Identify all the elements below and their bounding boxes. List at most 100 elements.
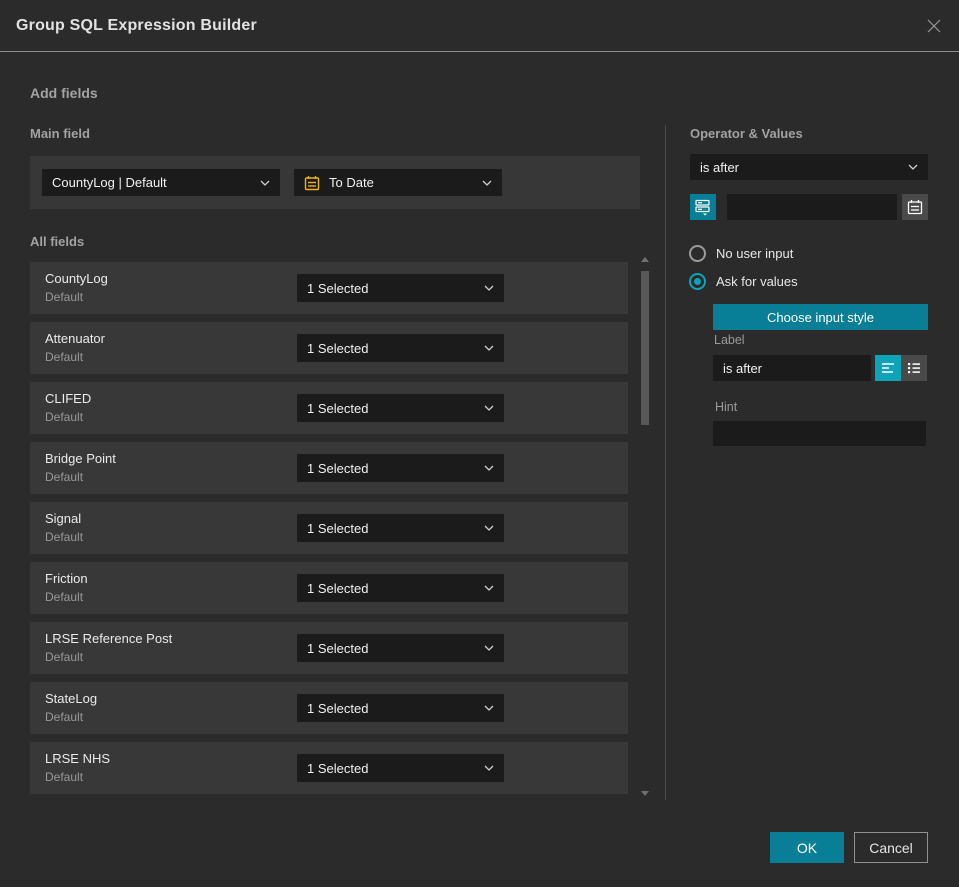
hint-caption: Hint xyxy=(715,400,738,414)
field-row: Signal Default 1 Selected xyxy=(30,502,628,554)
operator-dropdown-value: is after xyxy=(700,159,740,175)
main-field-dropdown-value: CountyLog | Default xyxy=(52,175,167,190)
chevron-down-icon xyxy=(484,405,494,411)
scrollbar-up-arrow[interactable] xyxy=(641,257,649,262)
chevron-down-icon xyxy=(484,765,494,771)
label-input[interactable] xyxy=(713,355,871,381)
field-selection-dropdown[interactable]: 1 Selected xyxy=(297,514,504,542)
operator-value-input[interactable] xyxy=(727,194,897,220)
field-row: StateLog Default 1 Selected xyxy=(30,682,628,734)
all-fields-list: CountyLog Default 1 Selected Attenuator … xyxy=(30,262,628,802)
field-selection-value: 1 Selected xyxy=(307,760,369,776)
field-row: CountyLog Default 1 Selected xyxy=(30,262,628,314)
align-left-icon xyxy=(880,360,896,376)
field-selection-dropdown[interactable]: 1 Selected xyxy=(297,334,504,362)
label-caption: Label xyxy=(714,333,745,347)
value-input-type-button[interactable] xyxy=(690,194,716,220)
field-selection-dropdown[interactable]: 1 Selected xyxy=(297,454,504,482)
no-user-input-label: No user input xyxy=(716,246,794,261)
main-field-dropdown[interactable]: CountyLog | Default xyxy=(42,169,280,196)
choose-input-style-button[interactable]: Choose input style xyxy=(713,304,928,330)
field-name: Signal xyxy=(45,511,82,526)
field-subtitle: Default xyxy=(45,290,84,304)
field-name: CountyLog xyxy=(45,271,108,286)
field-name: LRSE NHS xyxy=(45,751,111,766)
dialog-title: Group SQL Expression Builder xyxy=(16,17,257,34)
chevron-down-icon xyxy=(484,465,494,471)
field-name: Friction xyxy=(45,571,88,586)
list-icon xyxy=(906,360,922,376)
chevron-down-icon xyxy=(484,285,494,291)
date-type-dropdown-value: To Date xyxy=(329,175,374,190)
chevron-down-icon xyxy=(260,180,270,186)
field-subtitle: Default xyxy=(45,350,84,364)
field-subtitle: Default xyxy=(45,650,84,664)
date-type-dropdown[interactable]: To Date xyxy=(294,169,502,196)
field-selection-dropdown[interactable]: 1 Selected xyxy=(297,634,504,662)
stacked-values-icon xyxy=(694,198,712,216)
field-row: LRSE NHS Default 1 Selected xyxy=(30,742,628,794)
calendar-icon xyxy=(907,199,923,215)
field-subtitle: Default xyxy=(45,710,84,724)
field-subtitle: Default xyxy=(45,770,84,784)
field-selection-value: 1 Selected xyxy=(307,580,369,596)
field-selection-value: 1 Selected xyxy=(307,400,369,416)
all-fields-heading: All fields xyxy=(30,234,85,249)
field-name: StateLog xyxy=(45,691,98,706)
field-selection-dropdown[interactable]: 1 Selected xyxy=(297,574,504,602)
field-row: Attenuator Default 1 Selected xyxy=(30,322,628,374)
field-name: Bridge Point xyxy=(45,451,116,466)
radio-unchecked-icon xyxy=(689,245,706,262)
field-selection-value: 1 Selected xyxy=(307,640,369,656)
field-selection-value: 1 Selected xyxy=(307,460,369,476)
ok-button[interactable]: OK xyxy=(770,832,844,863)
radio-checked-icon xyxy=(689,273,706,290)
calendar-icon xyxy=(304,175,320,191)
list-style-button[interactable] xyxy=(901,355,927,381)
scrollbar-thumb[interactable] xyxy=(641,271,649,425)
field-row: CLIFED Default 1 Selected xyxy=(30,382,628,434)
field-selection-dropdown[interactable]: 1 Selected xyxy=(297,694,504,722)
field-row: Bridge Point Default 1 Selected xyxy=(30,442,628,494)
close-icon xyxy=(926,18,942,34)
ask-for-values-label: Ask for values xyxy=(716,274,798,289)
field-subtitle: Default xyxy=(45,470,84,484)
field-name: LRSE Reference Post xyxy=(45,631,173,646)
chevron-down-icon xyxy=(482,180,492,186)
ask-for-values-radio[interactable]: Ask for values xyxy=(689,273,798,290)
field-row: LRSE Reference Post Default 1 Selected xyxy=(30,622,628,674)
date-picker-button[interactable] xyxy=(902,194,928,220)
add-fields-heading: Add fields xyxy=(30,85,98,101)
field-selection-dropdown[interactable]: 1 Selected xyxy=(297,394,504,422)
titlebar: Group SQL Expression Builder xyxy=(0,0,959,52)
field-selection-dropdown[interactable]: 1 Selected xyxy=(297,274,504,302)
no-user-input-radio[interactable]: No user input xyxy=(689,245,793,262)
chevron-down-icon xyxy=(484,705,494,711)
chevron-down-icon xyxy=(484,525,494,531)
operator-values-heading: Operator & Values xyxy=(690,126,803,141)
field-selection-dropdown[interactable]: 1 Selected xyxy=(297,754,504,782)
hint-input[interactable] xyxy=(713,421,926,446)
field-name: Attenuator xyxy=(45,331,105,346)
main-field-panel: CountyLog | Default To Date xyxy=(30,156,640,209)
field-subtitle: Default xyxy=(45,590,84,604)
chevron-down-icon xyxy=(908,164,918,170)
main-field-heading: Main field xyxy=(30,126,90,141)
field-name: CLIFED xyxy=(45,391,92,406)
field-selection-value: 1 Selected xyxy=(307,280,369,296)
group-sql-expression-builder-dialog: Group SQL Expression Builder Add fields … xyxy=(0,0,959,887)
field-selection-value: 1 Selected xyxy=(307,340,369,356)
cancel-button[interactable]: Cancel xyxy=(854,832,928,863)
field-selection-value: 1 Selected xyxy=(307,700,369,716)
field-subtitle: Default xyxy=(45,530,84,544)
field-row: Friction Default 1 Selected xyxy=(30,562,628,614)
field-subtitle: Default xyxy=(45,410,84,424)
close-button[interactable] xyxy=(921,13,947,39)
operator-dropdown[interactable]: is after xyxy=(690,154,928,180)
scrollbar-down-arrow[interactable] xyxy=(641,791,649,796)
single-line-style-button[interactable] xyxy=(875,355,901,381)
field-selection-value: 1 Selected xyxy=(307,520,369,536)
vertical-divider xyxy=(665,125,666,800)
chevron-down-icon xyxy=(484,645,494,651)
chevron-down-icon xyxy=(484,345,494,351)
